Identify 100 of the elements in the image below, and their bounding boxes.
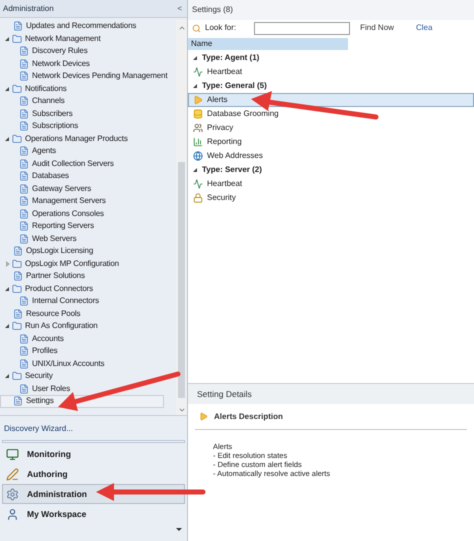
tree-item[interactable]: Web Servers bbox=[0, 232, 176, 245]
document-icon bbox=[19, 358, 29, 369]
chart-icon bbox=[193, 137, 203, 147]
users-icon bbox=[193, 123, 203, 133]
tree-item[interactable]: Network Devices bbox=[0, 58, 176, 70]
tree-item[interactable]: Network Devices Pending Management bbox=[0, 70, 176, 82]
tree-item[interactable]: Network Management bbox=[0, 32, 176, 45]
database-icon bbox=[193, 109, 203, 119]
document-icon bbox=[13, 308, 23, 319]
tree-item[interactable]: Agents bbox=[0, 145, 176, 158]
document-icon bbox=[19, 121, 29, 132]
tree-item[interactable]: Resource Pools bbox=[0, 308, 176, 320]
group-header[interactable]: Type: Server (2) bbox=[188, 163, 474, 177]
person-icon bbox=[6, 508, 19, 520]
expanded-triangle-icon[interactable] bbox=[5, 324, 9, 328]
tree-item[interactable]: UNIX/Linux Accounts bbox=[0, 358, 176, 370]
group-header[interactable]: Type: Agent (1) bbox=[188, 51, 474, 65]
tree-item[interactable]: Operations Consoles bbox=[0, 208, 176, 220]
tree-item[interactable]: Reporting Servers bbox=[0, 220, 176, 232]
expanded-triangle-icon[interactable] bbox=[5, 36, 9, 41]
workspace-button[interactable]: Monitoring bbox=[2, 444, 185, 464]
expanded-triangle-icon[interactable] bbox=[5, 136, 9, 141]
folder-icon bbox=[12, 258, 22, 269]
tree-item[interactable]: Channels bbox=[0, 95, 176, 108]
list-row[interactable]: Reporting bbox=[188, 135, 474, 149]
list-row[interactable]: Security bbox=[188, 191, 474, 205]
document-icon bbox=[19, 158, 29, 169]
globe-icon bbox=[193, 151, 203, 161]
document-icon bbox=[13, 21, 23, 32]
workspace-button[interactable]: Authoring bbox=[2, 464, 185, 484]
pulse-icon bbox=[193, 67, 203, 77]
expanded-triangle-icon[interactable] bbox=[193, 56, 197, 60]
tree-item[interactable]: Partner Solutions bbox=[0, 270, 176, 282]
folder-icon bbox=[12, 371, 22, 382]
list-row[interactable]: Privacy bbox=[188, 121, 474, 135]
tree-item[interactable]: Notifications bbox=[0, 82, 176, 95]
document-icon bbox=[19, 96, 29, 106]
expanded-triangle-icon[interactable] bbox=[5, 86, 9, 91]
list-row[interactable]: Database Grooming bbox=[188, 107, 474, 121]
document-icon bbox=[19, 384, 29, 394]
document-icon bbox=[19, 196, 29, 206]
discovery-wizard-link[interactable]: Discovery Wizard... bbox=[4, 423, 73, 437]
document-icon bbox=[19, 46, 29, 56]
tree-item[interactable]: OpsLogix Licensing bbox=[0, 245, 176, 258]
scroll-down-icon[interactable] bbox=[178, 406, 186, 414]
expanded-triangle-icon[interactable] bbox=[193, 168, 197, 172]
tree-item[interactable]: Run As Configuration bbox=[0, 320, 176, 332]
list-row[interactable]: Heartbeat bbox=[188, 65, 474, 79]
document-icon bbox=[13, 271, 23, 282]
workspace-button[interactable]: My Workspace bbox=[2, 504, 185, 524]
expanded-triangle-icon[interactable] bbox=[5, 374, 9, 378]
tree-item[interactable]: Gateway Servers bbox=[0, 182, 176, 195]
find-now-button[interactable]: Find Now bbox=[360, 22, 394, 34]
search-icon bbox=[192, 24, 201, 32]
results-title: Settings (8) bbox=[192, 4, 233, 16]
gear-icon bbox=[6, 488, 19, 500]
tree-item[interactable]: Subscriptions bbox=[0, 120, 176, 132]
tree-item[interactable]: Accounts bbox=[0, 332, 176, 345]
folder-icon bbox=[12, 284, 22, 294]
scroll-bar[interactable] bbox=[176, 20, 187, 415]
tree-item[interactable]: Subscribers bbox=[0, 108, 176, 120]
expanded-triangle-icon[interactable] bbox=[5, 286, 9, 291]
more-caret-icon[interactable] bbox=[176, 528, 182, 531]
list-row[interactable]: Web Addresses bbox=[188, 149, 474, 163]
collapse-button[interactable]: < bbox=[175, 2, 184, 14]
tree-item[interactable]: Security bbox=[0, 370, 176, 382]
document-icon bbox=[19, 234, 29, 244]
document-icon bbox=[19, 221, 29, 232]
triangle-icon bbox=[193, 95, 203, 105]
tree-item[interactable]: User Roles bbox=[0, 382, 176, 395]
group-header[interactable]: Type: General (5) bbox=[188, 79, 474, 93]
search-label: Look for: bbox=[205, 22, 236, 34]
document-icon bbox=[19, 171, 29, 182]
pulse-icon bbox=[193, 179, 203, 189]
document-icon bbox=[19, 184, 29, 194]
expanded-triangle-icon[interactable] bbox=[193, 84, 197, 88]
tree-item[interactable]: OpsLogix MP Configuration bbox=[0, 258, 176, 270]
list-row[interactable]: Heartbeat bbox=[188, 177, 474, 191]
clear-button[interactable]: Clea bbox=[416, 22, 432, 34]
scroll-up-icon[interactable] bbox=[178, 24, 186, 32]
list-row[interactable]: Alerts bbox=[188, 93, 474, 107]
column-header[interactable]: Name bbox=[188, 38, 348, 50]
details-heading: Alerts Description bbox=[214, 410, 283, 422]
tree-item[interactable]: Operations Manager Products bbox=[0, 132, 176, 145]
tree-item[interactable]: Discovery Rules bbox=[0, 45, 176, 58]
tree-item[interactable]: Internal Connectors bbox=[0, 295, 176, 308]
tree-item[interactable]: Audit Collection Servers bbox=[0, 158, 176, 170]
folder-icon bbox=[12, 34, 22, 44]
tree-item[interactable]: Management Servers bbox=[0, 195, 176, 208]
tree-item[interactable]: Databases bbox=[0, 170, 176, 182]
document-icon bbox=[19, 346, 29, 356]
tree-item[interactable]: Updates and Recommendations bbox=[0, 20, 176, 32]
pencil-icon bbox=[6, 468, 19, 480]
search-field[interactable] bbox=[254, 22, 350, 34]
triangle-icon bbox=[199, 412, 208, 421]
folder-icon bbox=[12, 321, 22, 332]
tree-item[interactable]: Profiles bbox=[0, 345, 176, 358]
tree-item[interactable]: Product Connectors bbox=[0, 282, 176, 295]
lock-icon bbox=[193, 193, 203, 203]
monitor-icon bbox=[6, 448, 19, 460]
